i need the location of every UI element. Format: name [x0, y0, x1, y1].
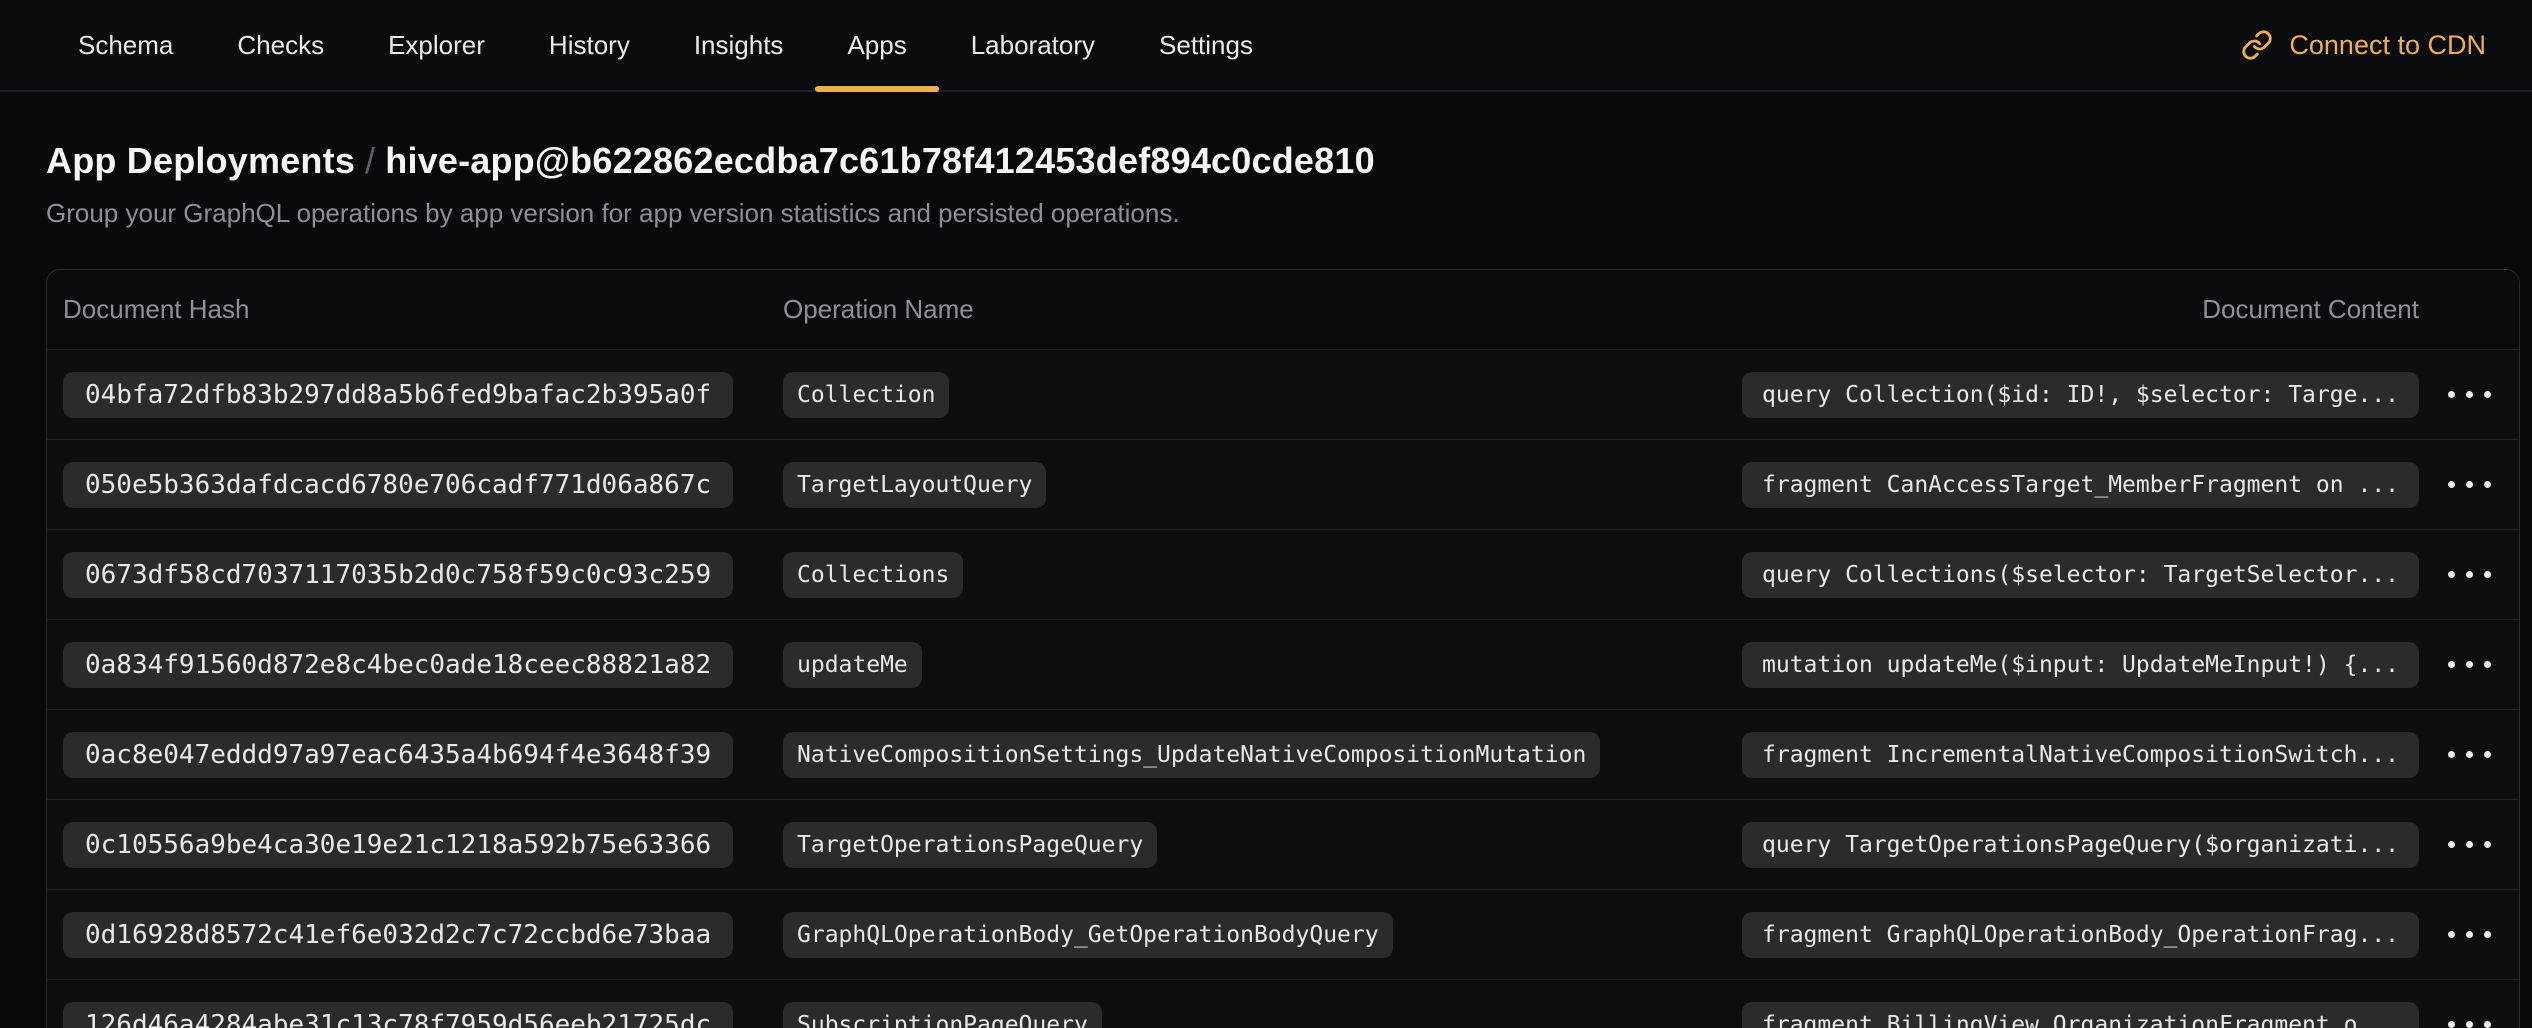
column-header-operation-name: Operation Name: [783, 294, 1731, 325]
top-navigation: Schema Checks Explorer History Insights …: [0, 0, 2532, 92]
nav-tabs: Schema Checks Explorer History Insights …: [46, 0, 1285, 90]
ellipsis-icon: [2448, 1021, 2491, 1028]
document-content-preview: fragment CanAccessTarget_MemberFragment …: [1742, 462, 2419, 508]
ellipsis-icon: [2448, 481, 2491, 488]
document-content-preview: query TargetOperationsPageQuery($organiz…: [1742, 822, 2419, 868]
document-hash-value: 0c10556a9be4ca30e19e21c1218a592b75e63366: [63, 822, 733, 868]
document-content-preview: query Collections($selector: TargetSelec…: [1742, 552, 2419, 598]
table-row: 0673df58cd7037117035b2d0c758f59c0c93c259…: [47, 529, 2519, 619]
nav-tab-insights[interactable]: Insights: [662, 0, 816, 90]
operation-name-value: updateMe: [783, 642, 922, 688]
nav-tab-explorer[interactable]: Explorer: [356, 0, 517, 90]
nav-tab-apps[interactable]: Apps: [815, 0, 938, 90]
document-content-preview: fragment BillingView_OrganizationFragmen…: [1742, 1002, 2419, 1028]
operation-name-value: Collection: [783, 372, 949, 418]
ellipsis-icon: [2448, 841, 2491, 848]
row-menu-button[interactable]: [2438, 647, 2501, 682]
row-menu-button[interactable]: [2438, 1007, 2501, 1028]
link-icon: [2241, 29, 2273, 61]
row-menu-button[interactable]: [2438, 377, 2501, 412]
document-hash-value: 04bfa72dfb83b297dd8a5b6fed9bafac2b395a0f: [63, 372, 733, 418]
table-row: 0ac8e047eddd97a97eac6435a4b694f4e3648f39…: [47, 709, 2519, 799]
page-subtitle: Group your GraphQL operations by app ver…: [46, 198, 2486, 229]
document-hash-value: 126d46a4284abe31c13c78f7959d56eeb21725dc: [63, 1002, 733, 1028]
column-header-document-content: Document Content: [2202, 294, 2419, 325]
breadcrumb: App Deployments/hive-app@b622862ecdba7c6…: [46, 140, 2486, 182]
ellipsis-icon: [2448, 751, 2491, 758]
table-row: 126d46a4284abe31c13c78f7959d56eeb21725dc…: [47, 979, 2519, 1028]
document-content-preview: query Collection($id: ID!, $selector: Ta…: [1742, 372, 2419, 418]
operation-name-value: TargetLayoutQuery: [783, 462, 1046, 508]
document-content-preview: fragment GraphQLOperationBody_OperationF…: [1742, 912, 2419, 958]
row-menu-button[interactable]: [2438, 467, 2501, 502]
table-row: 04bfa72dfb83b297dd8a5b6fed9bafac2b395a0f…: [47, 349, 2519, 439]
operation-name-value: NativeCompositionSettings_UpdateNativeCo…: [783, 732, 1600, 778]
row-menu-button[interactable]: [2438, 557, 2501, 592]
document-content-preview: fragment IncrementalNativeCompositionSwi…: [1742, 732, 2419, 778]
ellipsis-icon: [2448, 391, 2491, 398]
table-header-row: Document Hash Operation Name Document Co…: [47, 270, 2519, 349]
ellipsis-icon: [2448, 931, 2491, 938]
document-hash-value: 0d16928d8572c41ef6e032d2c7c72ccbd6e73baa: [63, 912, 733, 958]
connect-to-cdn-label: Connect to CDN: [2289, 30, 2486, 61]
nav-tab-checks[interactable]: Checks: [205, 0, 356, 90]
document-hash-value: 0a834f91560d872e8c4bec0ade18ceec88821a82: [63, 642, 733, 688]
nav-tab-settings[interactable]: Settings: [1127, 0, 1285, 90]
row-menu-button[interactable]: [2438, 917, 2501, 952]
page-header: App Deployments/hive-app@b622862ecdba7c6…: [0, 92, 2532, 229]
breadcrumb-app-name: hive-app@b622862ecdba7c61b78f412453def89…: [385, 140, 1375, 181]
operation-name-value: TargetOperationsPageQuery: [783, 822, 1157, 868]
document-hash-value: 0673df58cd7037117035b2d0c758f59c0c93c259: [63, 552, 733, 598]
breadcrumb-separator: /: [355, 140, 385, 181]
breadcrumb-section: App Deployments: [46, 140, 355, 181]
table-row: 0c10556a9be4ca30e19e21c1218a592b75e63366…: [47, 799, 2519, 889]
table-row: 050e5b363dafdcacd6780e706cadf771d06a867c…: [47, 439, 2519, 529]
column-header-document-hash: Document Hash: [63, 294, 783, 325]
ellipsis-icon: [2448, 571, 2491, 578]
nav-tab-schema[interactable]: Schema: [46, 0, 205, 90]
table-row: 0d16928d8572c41ef6e032d2c7c72ccbd6e73baa…: [47, 889, 2519, 979]
nav-tab-history[interactable]: History: [517, 0, 662, 90]
document-hash-value: 0ac8e047eddd97a97eac6435a4b694f4e3648f39: [63, 732, 733, 778]
row-menu-button[interactable]: [2438, 827, 2501, 862]
operation-name-value: SubscriptionPageQuery: [783, 1002, 1102, 1028]
table-row: 0a834f91560d872e8c4bec0ade18ceec88821a82…: [47, 619, 2519, 709]
operation-name-value: GraphQLOperationBody_GetOperationBodyQue…: [783, 912, 1393, 958]
document-hash-value: 050e5b363dafdcacd6780e706cadf771d06a867c: [63, 462, 733, 508]
connect-to-cdn-button[interactable]: Connect to CDN: [2241, 0, 2486, 90]
app-deployments-table: Document Hash Operation Name Document Co…: [46, 269, 2520, 1028]
document-content-preview: mutation updateMe($input: UpdateMeInput!…: [1742, 642, 2419, 688]
nav-tab-laboratory[interactable]: Laboratory: [939, 0, 1127, 90]
row-menu-button[interactable]: [2438, 737, 2501, 772]
operation-name-value: Collections: [783, 552, 963, 598]
ellipsis-icon: [2448, 661, 2491, 668]
